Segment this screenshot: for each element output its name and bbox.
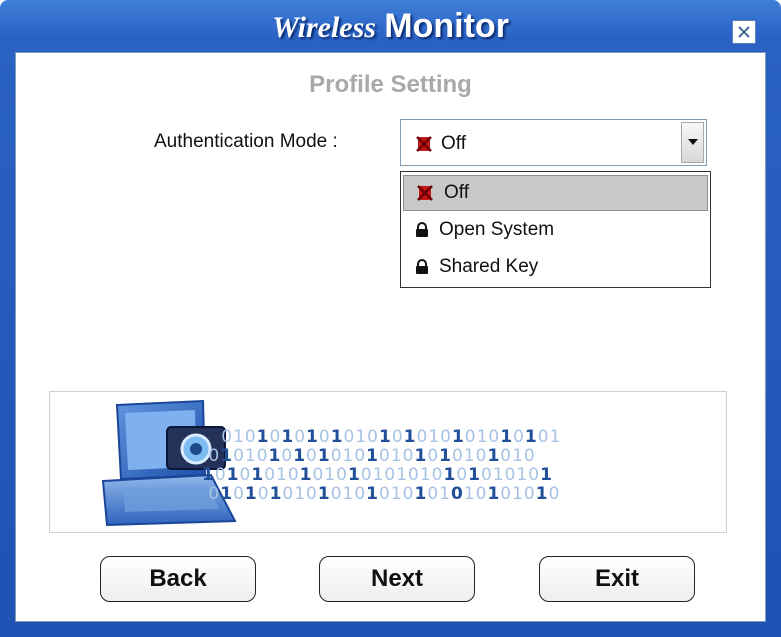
title-monitor: Monitor: [384, 7, 509, 45]
window-title: Wireless Monitor: [0, 6, 781, 48]
lock-icon: [416, 222, 428, 237]
exit-button[interactable]: Exit: [539, 556, 695, 602]
option-label: Shared Key: [439, 256, 539, 277]
wireless-monitor-window: Wireless Monitor Profile Setting Authent…: [0, 0, 781, 637]
back-button[interactable]: Back: [100, 556, 256, 602]
page-title: Profile Setting: [309, 71, 472, 98]
title-wireless: Wireless: [272, 11, 376, 44]
selected-value: Off: [441, 133, 466, 154]
lock-icon: [416, 259, 428, 274]
dropdown-arrow-button[interactable]: [681, 122, 704, 163]
banner-illustration: 0101010101010101010101010101 01010101010…: [49, 391, 727, 533]
close-button[interactable]: [732, 20, 756, 44]
binary-pattern: 0101010101010101010101010101 01010101010…: [202, 427, 562, 504]
option-off[interactable]: Off: [403, 175, 708, 211]
no-security-icon: [417, 185, 433, 201]
authentication-mode-select[interactable]: Off: [400, 119, 707, 166]
chevron-down-icon: [687, 139, 698, 145]
option-label: Open System: [439, 219, 555, 240]
title-bar[interactable]: Wireless Monitor: [0, 0, 781, 52]
authentication-mode-label: Authentication Mode :: [154, 131, 338, 152]
close-icon: [738, 26, 750, 38]
option-shared-key[interactable]: Shared Key: [403, 249, 708, 285]
option-label: Off: [444, 182, 469, 203]
option-open-system[interactable]: Open System: [403, 212, 708, 248]
no-security-icon: [416, 136, 432, 152]
next-button[interactable]: Next: [319, 556, 475, 602]
dialog-content: Profile Setting Authentication Mode : Of…: [15, 52, 766, 622]
authentication-mode-list: Off Open System Shared Key: [400, 171, 711, 288]
